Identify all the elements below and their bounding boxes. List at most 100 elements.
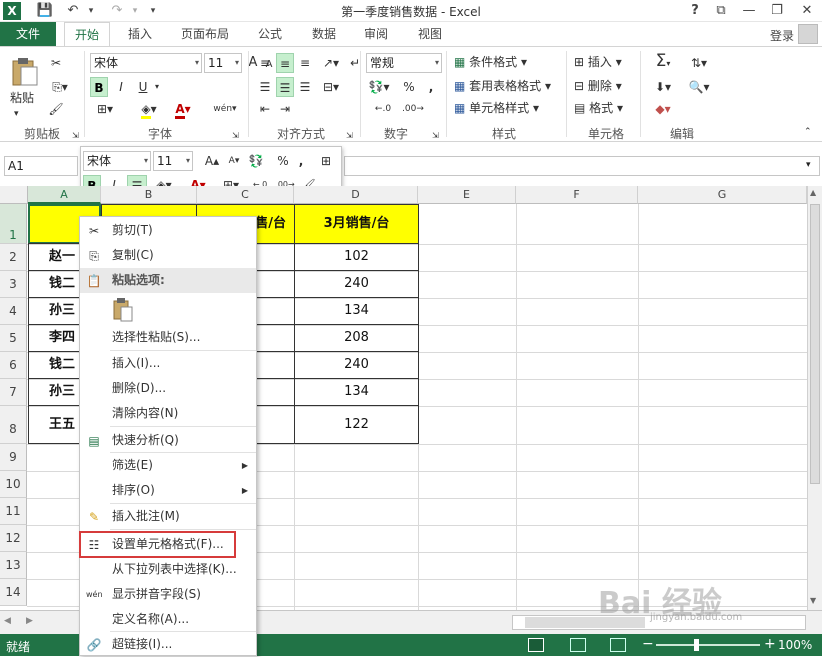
row-header-9[interactable]: 9 — [0, 444, 27, 471]
scroll-up-icon[interactable]: ▲ — [810, 188, 816, 197]
autosum-button[interactable]: Σ▾ — [648, 51, 678, 71]
cell-d4[interactable]: 134 — [294, 297, 419, 325]
sheet-prev-icon[interactable]: ◀ — [4, 616, 11, 626]
underline-button[interactable]: U — [134, 77, 152, 97]
delete-cells-button[interactable]: ⊟ 删除 ▾ — [574, 77, 622, 95]
cell-d6[interactable]: 240 — [294, 351, 419, 379]
paste-option-icon[interactable] — [112, 297, 134, 323]
italic-button[interactable]: I — [112, 77, 130, 97]
tab-file[interactable]: 文件 — [0, 22, 56, 46]
menu-clear-contents[interactable]: 清除内容(N) — [80, 401, 256, 426]
clear-icon[interactable]: ◆▾ — [648, 99, 678, 119]
underline-dropdown-icon[interactable]: ▾ — [152, 77, 162, 97]
mini-merge-icon[interactable]: ⊞ — [317, 151, 335, 171]
paste-dropdown-icon[interactable]: ▾ — [14, 105, 19, 123]
menu-show-phonetic[interactable]: wén 显示拼音字段(S) — [80, 582, 256, 607]
sheet-next-icon[interactable]: ▶ — [26, 616, 33, 626]
menu-sort[interactable]: 排序(O) ▶ — [80, 478, 256, 503]
zoom-slider-thumb[interactable] — [694, 639, 699, 651]
currency-icon[interactable]: 💱▾ — [366, 77, 392, 97]
menu-define-name[interactable]: 定义名称(A)... — [80, 607, 256, 632]
column-header-f[interactable]: F — [516, 186, 638, 204]
column-header-b[interactable]: B — [101, 186, 197, 204]
cell-d2[interactable]: 102 — [294, 243, 419, 271]
paste-icon[interactable] — [8, 55, 40, 87]
row-header-3[interactable]: 3 — [0, 271, 27, 298]
menu-delete[interactable]: 删除(D)... — [80, 376, 256, 401]
fill-color-icon[interactable]: ◈▾ — [134, 99, 164, 119]
tab-review[interactable]: 审阅 — [354, 22, 398, 46]
cut-icon[interactable]: ✂ — [46, 53, 66, 73]
phonetic-icon[interactable]: wén▾ — [210, 99, 240, 119]
tab-insert[interactable]: 插入 — [118, 22, 162, 46]
column-header-c[interactable]: C — [197, 186, 294, 204]
mini-comma-button[interactable]: , — [295, 151, 307, 171]
menu-insert-comment[interactable]: ✎ 插入批注(M) — [80, 504, 256, 529]
sort-filter-icon[interactable]: ⇅▾ — [686, 53, 712, 73]
bold-button[interactable]: B — [90, 77, 108, 97]
fill-icon[interactable]: ⬇▾ — [648, 77, 678, 97]
expand-formula-icon[interactable]: ▾ — [806, 160, 811, 170]
minimize-button[interactable]: — — [738, 1, 760, 21]
orientation-icon[interactable]: ↗▾ — [318, 53, 344, 73]
close-button[interactable]: ✕ — [796, 1, 818, 21]
row-header-4[interactable]: 4 — [0, 298, 27, 325]
row-header-7[interactable]: 7 — [0, 379, 27, 406]
zoom-out-button[interactable]: − — [642, 636, 654, 652]
name-box[interactable]: A1 — [4, 156, 78, 176]
mini-shrink-font-icon[interactable]: A▾ — [225, 151, 243, 171]
menu-copy[interactable]: ⎘ 复制(C) — [80, 243, 256, 268]
mini-grow-font-icon[interactable]: A▴ — [199, 151, 225, 171]
normal-view-icon[interactable] — [528, 638, 544, 652]
zoom-level[interactable]: 100% — [778, 638, 812, 652]
formula-input[interactable] — [344, 156, 820, 176]
format-as-table-button[interactable]: ▦ 套用表格格式 ▾ — [454, 77, 551, 95]
align-right-icon[interactable]: ☰ — [296, 77, 314, 97]
vertical-scrollbar[interactable]: ▲ ▼ — [807, 186, 822, 610]
conditional-format-button[interactable]: ▦ 条件格式 ▾ — [454, 53, 527, 71]
menu-hyperlink[interactable]: 🔗 超链接(I)... — [80, 632, 256, 657]
row-header-10[interactable]: 10 — [0, 471, 27, 498]
menu-filter[interactable]: 筛选(E) ▶ — [80, 453, 256, 478]
zoom-slider[interactable] — [656, 644, 760, 646]
zoom-in-button[interactable]: + — [764, 636, 776, 652]
row-header-1[interactable]: 1 — [0, 204, 27, 244]
percent-button[interactable]: % — [400, 77, 418, 97]
page-break-view-icon[interactable] — [610, 638, 626, 652]
help-button[interactable]: ? — [684, 1, 706, 21]
tab-home[interactable]: 开始 — [64, 22, 110, 47]
align-top-icon[interactable]: ≡ — [256, 53, 274, 73]
increase-decimal-icon[interactable]: ←.0 — [370, 99, 396, 119]
borders-icon[interactable]: ⊞▾ — [90, 99, 120, 119]
menu-quick-analysis[interactable]: ▤ 快速分析(Q) — [80, 428, 256, 453]
mini-font-combo[interactable]: 宋体 ▾ — [83, 151, 151, 171]
decrease-indent-icon[interactable]: ⇤ — [256, 99, 274, 119]
page-layout-view-icon[interactable] — [570, 638, 586, 652]
row-header-8[interactable]: 8 — [0, 406, 27, 444]
row-header-12[interactable]: 12 — [0, 525, 27, 552]
row-header-14[interactable]: 14 — [0, 579, 27, 606]
collapse-ribbon-icon[interactable]: ⌃ — [804, 123, 812, 141]
align-bottom-icon[interactable]: ≡ — [296, 53, 314, 73]
tab-view[interactable]: 视图 — [408, 22, 452, 46]
ribbon-display-button[interactable]: ⧉ — [710, 1, 732, 21]
format-painter-icon[interactable]: 🖌 — [46, 99, 66, 119]
copy-icon[interactable]: ⎘▾ — [46, 77, 74, 97]
column-header-g[interactable]: G — [638, 186, 807, 204]
tab-page-layout[interactable]: 页面布局 — [172, 22, 238, 46]
comma-button[interactable]: , — [424, 77, 438, 97]
format-cells-button[interactable]: ▤ 格式 ▾ — [574, 99, 623, 117]
login-link[interactable]: 登录 — [770, 27, 794, 44]
scroll-thumb[interactable] — [810, 204, 820, 484]
cell-d3[interactable]: 240 — [294, 270, 419, 298]
scroll-down-icon[interactable]: ▼ — [810, 596, 816, 605]
column-header-d[interactable]: D — [294, 186, 418, 204]
mini-percent-button[interactable]: % — [275, 151, 291, 171]
menu-insert[interactable]: 插入(I)... — [80, 351, 256, 376]
row-header-11[interactable]: 11 — [0, 498, 27, 525]
align-middle-icon[interactable]: ≡ — [276, 53, 294, 73]
column-header-e[interactable]: E — [418, 186, 516, 204]
merge-center-icon[interactable]: ⊟▾ — [318, 77, 344, 97]
align-center-icon[interactable]: ☰ — [276, 77, 294, 97]
align-left-icon[interactable]: ☰ — [256, 77, 274, 97]
